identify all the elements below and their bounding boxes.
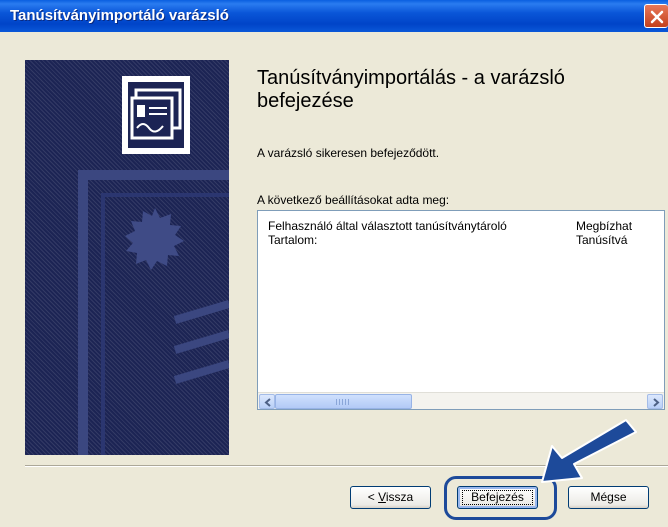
setting-name: Felhasználó által választott tanúsítvány… — [268, 219, 507, 233]
scroll-right-button[interactable] — [647, 394, 663, 409]
setting-name: Tartalom: — [268, 233, 318, 247]
wizard-side-graphic — [25, 60, 229, 455]
focus-rect — [462, 490, 533, 505]
horizontal-scrollbar[interactable] — [258, 392, 664, 409]
list-item[interactable]: Felhasználó által választott tanúsítvány… — [258, 219, 664, 233]
setting-value: Tanúsítvá — [576, 233, 628, 247]
settings-list[interactable]: Felhasználó által választott tanúsítvány… — [257, 210, 665, 410]
title-bar[interactable]: Tanúsítványimportáló varázsló — [0, 0, 668, 32]
back-accelerator: V — [378, 490, 386, 504]
wizard-heading: Tanúsítványimportálás - a varázsló befej… — [257, 67, 565, 112]
back-prefix: < — [367, 490, 379, 504]
back-label: issza — [385, 490, 414, 504]
scroll-thumb[interactable] — [275, 394, 412, 409]
window-title: Tanúsítványimportáló varázsló — [10, 7, 229, 24]
cancel-button[interactable]: Mégse — [568, 486, 649, 509]
certificate-illustration — [78, 76, 229, 455]
settings-label: A következő beállításokat adta meg: — [257, 193, 450, 207]
arrow-icon — [541, 419, 637, 483]
list-item[interactable]: Tartalom: Tanúsítvá — [258, 233, 664, 247]
wizard-window: Tanúsítványimportáló varázsló Tanúsítván… — [0, 0, 668, 527]
finish-button[interactable]: Befejezés — [457, 486, 538, 509]
scroll-grip — [336, 399, 350, 405]
close-button[interactable] — [644, 4, 668, 28]
chevron-right-icon — [653, 398, 660, 407]
back-button[interactable]: < Vissza — [350, 486, 431, 509]
setting-value: Megbízhat — [576, 219, 633, 233]
scroll-left-button[interactable] — [259, 394, 275, 409]
close-icon — [650, 10, 664, 24]
chevron-left-icon — [264, 398, 271, 407]
cancel-label: Mégse — [590, 490, 627, 504]
success-message: A varázsló sikeresen befejeződött. — [257, 146, 440, 160]
